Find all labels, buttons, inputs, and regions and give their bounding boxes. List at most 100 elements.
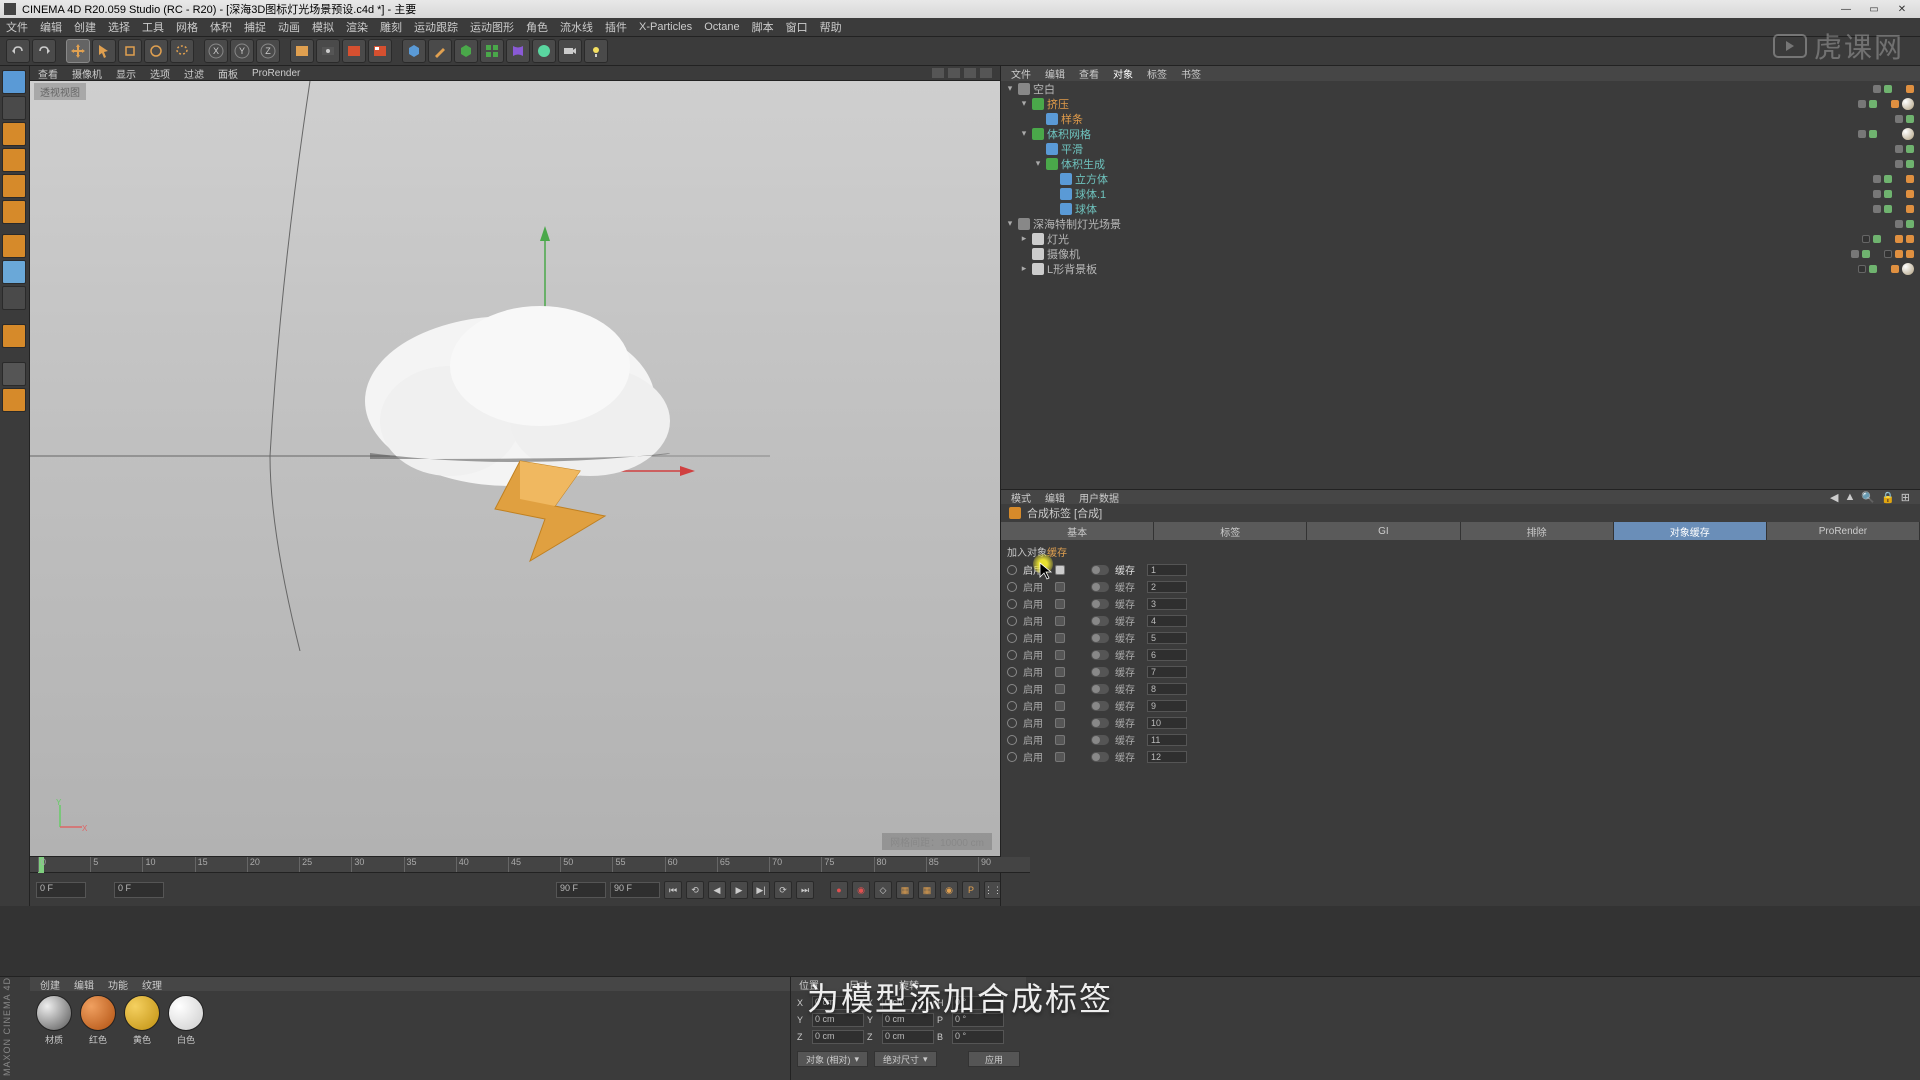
lock-button[interactable]	[2, 362, 26, 386]
environment-button[interactable]	[532, 39, 556, 63]
buffer-radio[interactable]	[1007, 718, 1017, 728]
timeline[interactable]: 051015202530354045505560657075808590 0 F…	[30, 856, 1030, 906]
buffer-switch[interactable]	[1091, 667, 1109, 677]
vp-nav-icon[interactable]	[980, 68, 992, 78]
nurbs-button[interactable]	[454, 39, 478, 63]
undo-button[interactable]	[6, 39, 30, 63]
menu-item[interactable]: 流水线	[560, 19, 593, 35]
buffer-switch[interactable]	[1091, 565, 1109, 575]
buffer-checkbox[interactable]	[1055, 667, 1065, 677]
buffer-switch[interactable]	[1091, 752, 1109, 762]
buffer-switch[interactable]	[1091, 582, 1109, 592]
coord-apply-button[interactable]: 应用	[968, 1051, 1020, 1067]
buffer-radio[interactable]	[1007, 633, 1017, 643]
attr-tab[interactable]: 对象缓存	[1614, 522, 1767, 540]
buffer-checkbox[interactable]	[1055, 599, 1065, 609]
workplane-button[interactable]	[2, 260, 26, 284]
menu-item[interactable]: 窗口	[786, 19, 808, 35]
menu-item[interactable]: 渲染	[346, 19, 368, 35]
buffer-switch[interactable]	[1091, 718, 1109, 728]
buffer-radio[interactable]	[1007, 667, 1017, 677]
edge-mode-button[interactable]	[2, 148, 26, 172]
obj-tab[interactable]: 对象	[1113, 66, 1133, 81]
object-row[interactable]: 样条	[1001, 111, 1920, 126]
polygon-mode-button[interactable]	[2, 174, 26, 198]
array-button[interactable]	[480, 39, 504, 63]
menu-item[interactable]: 捕捉	[244, 19, 266, 35]
buffer-switch[interactable]	[1091, 633, 1109, 643]
attr-edit-menu[interactable]: 编辑	[1045, 490, 1065, 505]
object-row[interactable]: 空白	[1001, 81, 1920, 96]
object-manager[interactable]: 空白挤压样条体积网格平滑体积生成立方体球体.1球体深海特制灯光场景灯光摄像机L形…	[1001, 81, 1920, 489]
prev-frame-button[interactable]: ◀	[708, 881, 726, 899]
next-key-button[interactable]: ⟳	[774, 881, 792, 899]
buffer-number-field[interactable]: 4	[1147, 615, 1187, 627]
attr-tab[interactable]: 基本	[1001, 522, 1154, 540]
buffer-radio[interactable]	[1007, 616, 1017, 626]
buffer-checkbox[interactable]	[1055, 582, 1065, 592]
vp-nav-icon[interactable]	[932, 68, 944, 78]
menu-item[interactable]: 脚本	[752, 19, 774, 35]
buffer-checkbox[interactable]	[1055, 616, 1065, 626]
obj-tab[interactable]: 编辑	[1045, 66, 1065, 81]
key-pos-button[interactable]: ▦	[896, 881, 914, 899]
buffer-radio[interactable]	[1007, 582, 1017, 592]
pos-z-field[interactable]: 0 cm	[812, 1030, 864, 1044]
vp-nav-icon[interactable]	[964, 68, 976, 78]
obj-tab[interactable]: 标签	[1147, 66, 1167, 81]
timeline-end-field-b[interactable]: 90 F	[610, 882, 660, 898]
pen-tool-button[interactable]	[428, 39, 452, 63]
material-tab[interactable]: 功能	[108, 977, 128, 992]
render-queue-button[interactable]	[368, 39, 392, 63]
attr-tab[interactable]: 标签	[1154, 522, 1307, 540]
buffer-radio[interactable]	[1007, 701, 1017, 711]
cube-primitive-button[interactable]	[402, 39, 426, 63]
attr-tab[interactable]: 排除	[1461, 522, 1614, 540]
texture-mode-button[interactable]	[2, 96, 26, 120]
material-tab[interactable]: 创建	[40, 977, 60, 992]
buffer-radio[interactable]	[1007, 650, 1017, 660]
misc-button[interactable]	[2, 388, 26, 412]
picture-viewer-button[interactable]	[342, 39, 366, 63]
play-button[interactable]: ▶	[730, 881, 748, 899]
z-axis-button[interactable]: Z	[256, 39, 280, 63]
material-item[interactable]: 红色	[78, 995, 118, 1046]
menu-item[interactable]: 运动图形	[470, 19, 514, 35]
buffer-radio[interactable]	[1007, 735, 1017, 745]
buffer-checkbox[interactable]	[1055, 565, 1065, 575]
buffer-number-field[interactable]: 2	[1147, 581, 1187, 593]
lasso-tool[interactable]	[170, 39, 194, 63]
buffer-checkbox[interactable]	[1055, 735, 1065, 745]
vp-menu-item[interactable]: 摄像机	[72, 66, 102, 81]
viewport[interactable]: 透视视图	[30, 81, 1000, 856]
attr-back-icon[interactable]: ◀	[1830, 491, 1838, 504]
buffer-number-field[interactable]: 10	[1147, 717, 1187, 729]
maximize-button[interactable]: ▭	[1860, 1, 1888, 17]
size-z-field[interactable]: 0 cm	[882, 1030, 934, 1044]
timeline-start-field[interactable]: 0 F	[36, 882, 86, 898]
attr-lock-icon[interactable]: 🔒	[1881, 491, 1895, 504]
material-item[interactable]: 材质	[34, 995, 74, 1046]
buffer-switch[interactable]	[1091, 701, 1109, 711]
buffer-checkbox[interactable]	[1055, 752, 1065, 762]
minimize-button[interactable]: —	[1832, 1, 1860, 17]
move-tool[interactable]	[66, 39, 90, 63]
material-tab[interactable]: 编辑	[74, 977, 94, 992]
coord-size-select[interactable]: 绝对尺寸▾	[874, 1051, 937, 1067]
prev-key-button[interactable]: ⟲	[686, 881, 704, 899]
vp-menu-item[interactable]: 面板	[218, 66, 238, 81]
point-mode-button[interactable]	[2, 122, 26, 146]
menu-item[interactable]: 雕刻	[380, 19, 402, 35]
next-frame-button[interactable]: ▶|	[752, 881, 770, 899]
object-row[interactable]: 球体.1	[1001, 186, 1920, 201]
buffer-radio[interactable]	[1007, 599, 1017, 609]
buffer-checkbox[interactable]	[1055, 684, 1065, 694]
menu-item[interactable]: 动画	[278, 19, 300, 35]
attr-mode-menu[interactable]: 模式	[1011, 490, 1031, 505]
axis-button[interactable]	[2, 234, 26, 258]
material-manager[interactable]: 创建编辑功能纹理 材质红色黄色白色	[30, 977, 790, 1080]
attr-tab[interactable]: ProRender	[1767, 522, 1920, 540]
key-scale-button[interactable]: ▦	[918, 881, 936, 899]
render-settings-button[interactable]	[316, 39, 340, 63]
vp-menu-item[interactable]: 查看	[38, 66, 58, 81]
